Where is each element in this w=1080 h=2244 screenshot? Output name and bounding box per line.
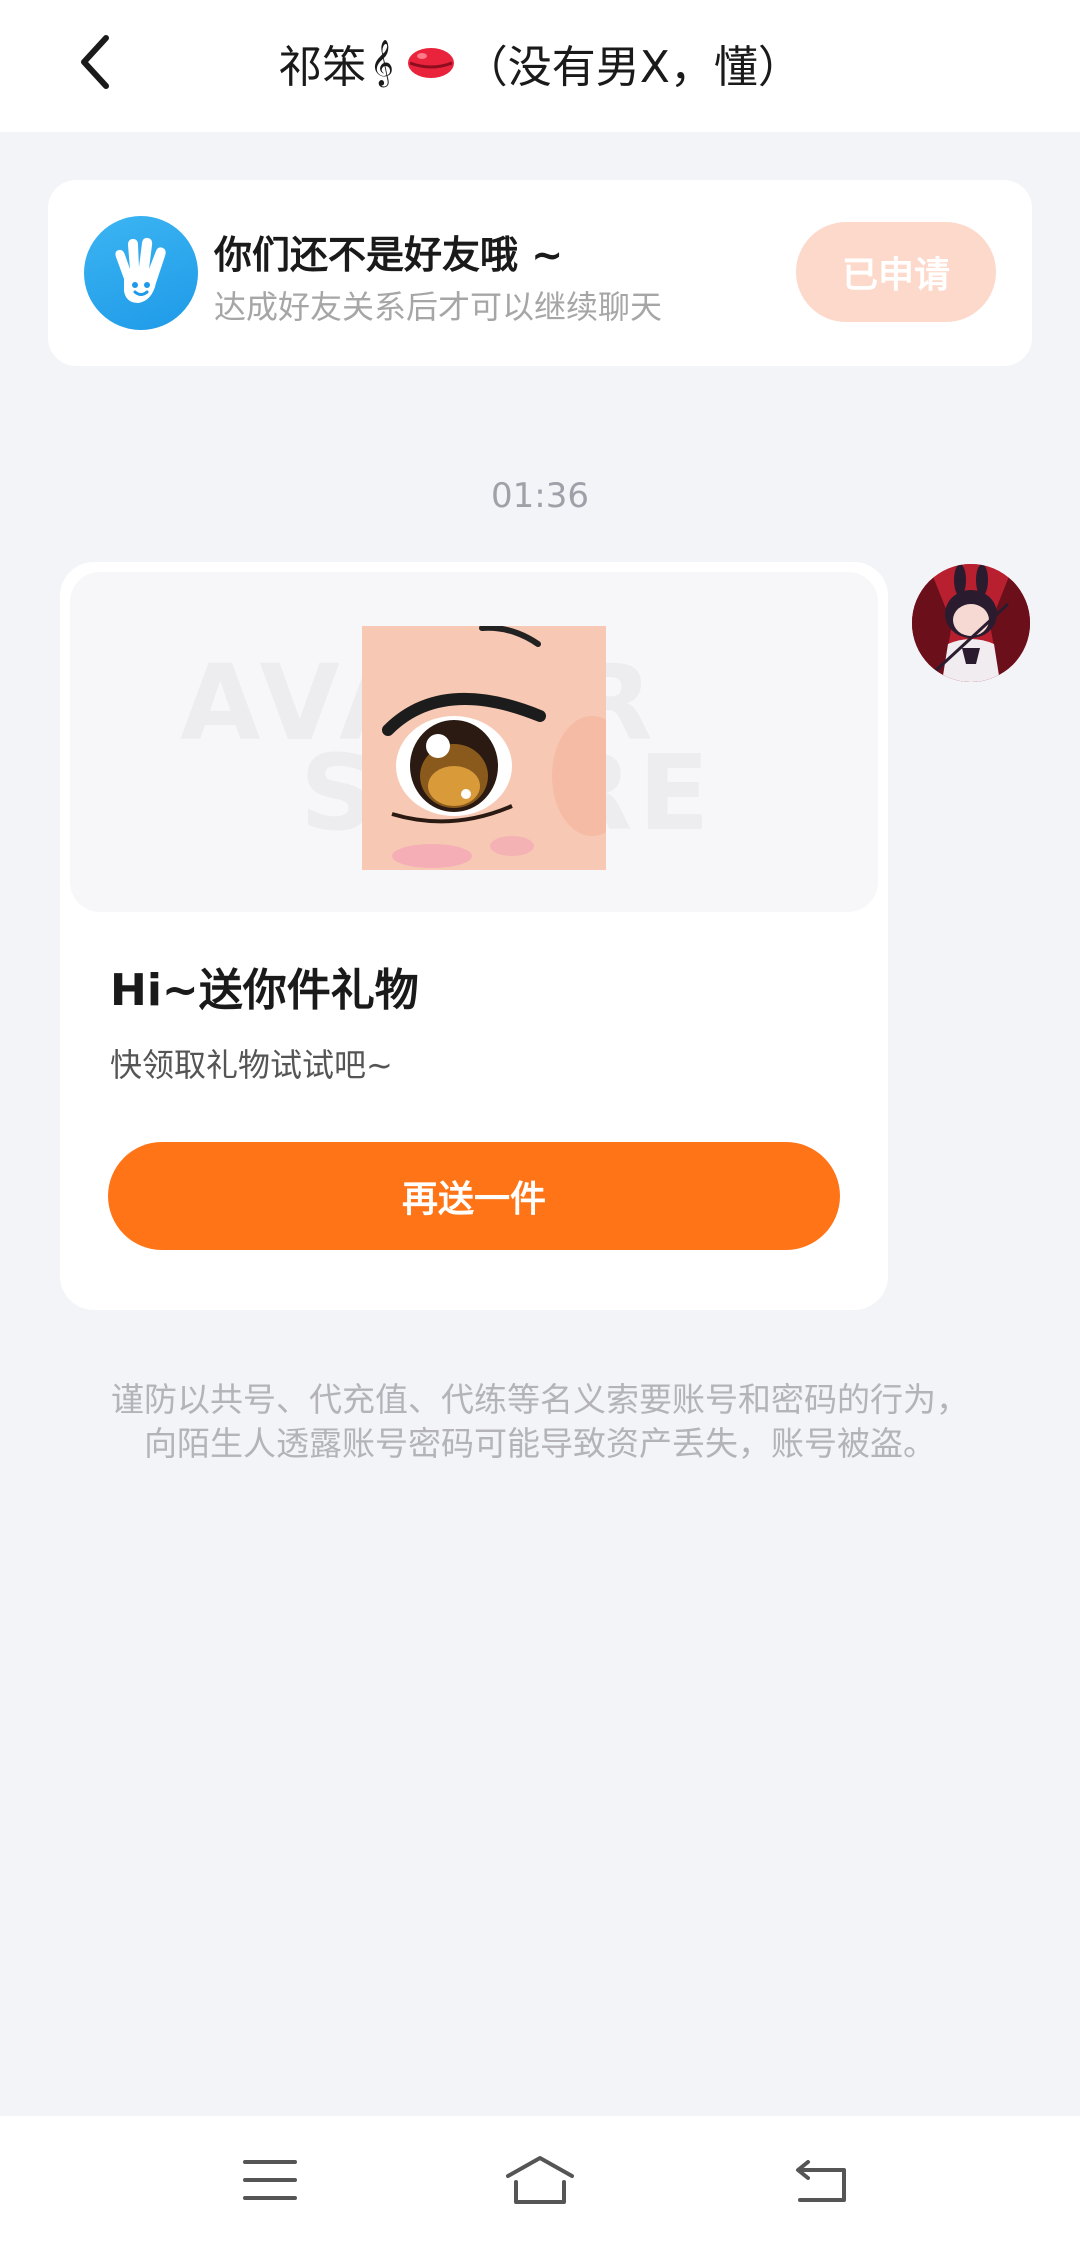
avatar[interactable] [912,564,1030,682]
top-bar: 祁笨 𝄞 （没有男X，懂） [0,0,1080,132]
gift-subtitle: 快领取礼物试试吧~ [110,1046,393,1084]
menu-icon [243,2160,297,2200]
system-nav-bar [0,2116,1080,2244]
gift-image [362,626,606,870]
gift-preview: AVATAR STORE [70,572,878,912]
chevron-left-icon [81,35,109,89]
send-another-button[interactable]: 再送一件 [108,1142,840,1250]
title-name: 祁笨 [278,42,367,93]
security-warning: 谨防以共号、代充值、代练等名义索要账号和密码的行为，向陌生人透露账号密码可能导致… [111,1380,969,1463]
chat-title: 祁笨 𝄞 （没有男X，懂） [140,28,940,98]
nav-back-button[interactable] [772,2142,872,2218]
message-timestamp: 01:36 [491,476,589,516]
nav-home-button[interactable] [490,2142,590,2218]
nav-menu-button[interactable] [220,2142,320,2218]
notice-title: 你们还不是好友哦 ~ [214,233,564,277]
gift-title: Hi~送你件礼物 [110,965,419,1016]
gift-message-card[interactable]: AVATAR STORE Hi~送你件礼物 快领取礼物试试吧~ 再送一件 [60,562,888,1310]
friend-notice-card: 你们还不是好友哦 ~ 达成好友关系后才可以继续聊天 已申请 [48,180,1032,366]
home-icon [506,2156,574,2204]
notice-subtitle: 达成好友关系后才可以继续聊天 [214,288,663,326]
return-icon [796,2160,846,2202]
lips-icon [407,48,454,78]
title-music-symbol: 𝄞 [370,40,394,86]
title-remark: （没有男X，懂） [463,42,802,93]
back-button[interactable] [60,22,130,102]
applied-button[interactable]: 已申请 [796,222,996,322]
hand-wave-icon [84,216,198,330]
